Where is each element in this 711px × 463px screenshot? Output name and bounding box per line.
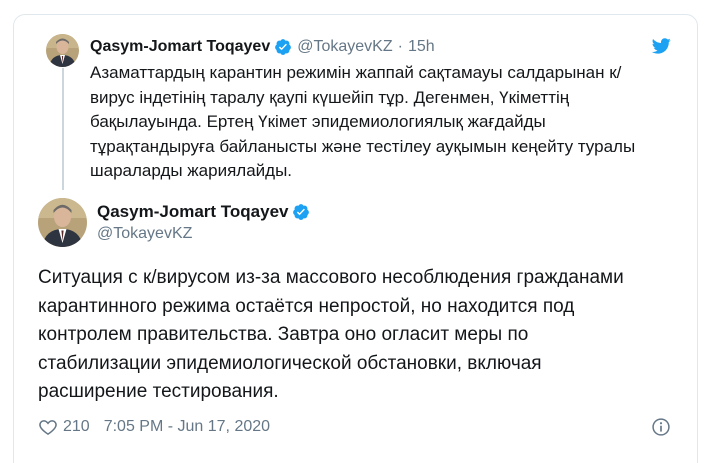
info-icon[interactable] [651,417,671,437]
thread-connector-line [62,68,64,190]
parent-tweet-header: Qasym-Jomart Toqayev @TokayevKZ · 15h [90,36,435,58]
parent-author-handle[interactable]: @TokayevKZ [297,38,392,56]
main-author-avatar[interactable] [38,198,87,247]
tweet-timestamp[interactable]: 7:05 PM - Jun 17, 2020 [104,418,270,436]
twitter-bird-icon[interactable] [650,36,672,56]
verified-badge-icon [275,39,292,55]
main-tweet-text: Ситуация с к/вирусом из-за массового нес… [38,267,624,403]
like-count[interactable]: 210 [63,418,90,436]
main-author-name[interactable]: Qasym-Jomart Toqayev [97,202,288,222]
parent-author-avatar[interactable] [46,34,79,67]
verified-badge-icon [293,204,310,220]
parent-tweet-time[interactable]: 15h [408,38,435,56]
parent-tweet-text: Азаматтардың карантин режимін жаппай сақ… [90,63,636,180]
tweet-footer: 210 7:05 PM - Jun 17, 2020 [38,416,270,438]
main-author-handle[interactable]: @TokayevKZ [97,225,192,243]
parent-author-name[interactable]: Qasym-Jomart Toqayev [90,38,270,56]
heart-icon[interactable] [38,417,58,437]
separator-dot: · [397,38,403,55]
main-tweet-header: Qasym-Jomart Toqayev [97,202,310,222]
